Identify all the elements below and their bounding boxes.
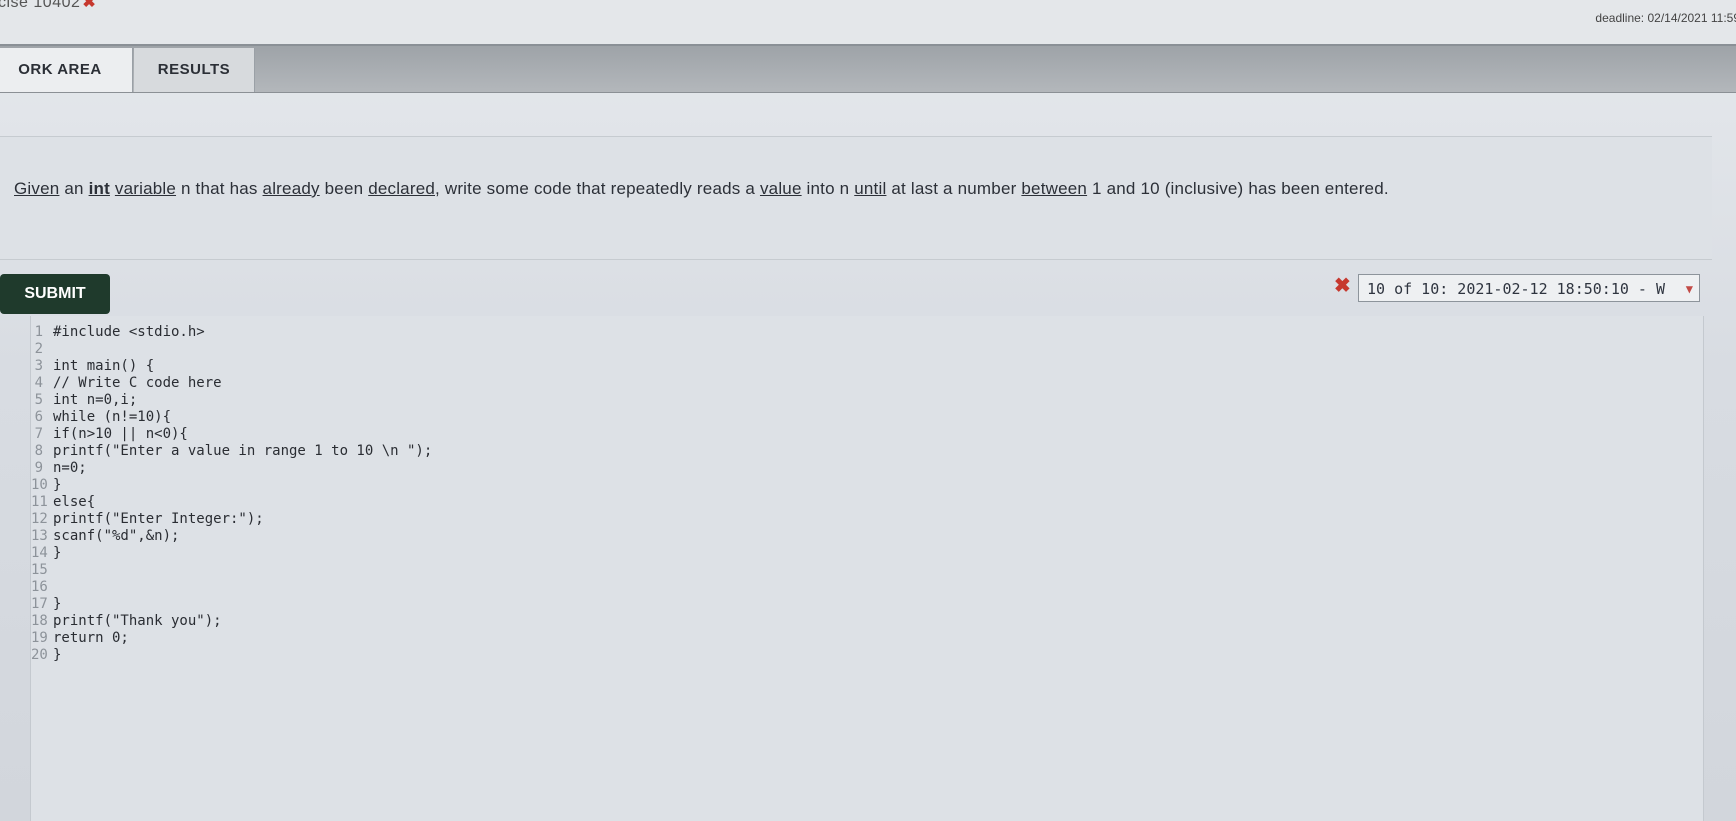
- problem-description-panel: Given an int variable n that has already…: [0, 136, 1712, 260]
- code-line: 14}: [31, 545, 432, 562]
- problem-keyword: variable: [114, 179, 177, 198]
- code-line: 10}: [31, 477, 432, 494]
- problem-keyword: already: [262, 179, 320, 198]
- code-line: 2: [31, 341, 432, 358]
- code-line: 6 while (n!=10){: [31, 409, 432, 426]
- line-number: 19: [31, 630, 48, 646]
- tab-bar: ORK AREA RESULTS: [0, 46, 1736, 93]
- line-number: 4: [34, 375, 43, 391]
- problem-keyword: value: [759, 179, 802, 198]
- line-number: 3: [34, 358, 43, 374]
- code-text: #include <stdio.h>: [53, 324, 205, 340]
- top-bar: cise 10402 ✖ deadline: 02/14/2021 11:59: [0, 0, 1736, 46]
- code-text: }: [53, 477, 62, 493]
- code-line: 17}: [31, 596, 432, 613]
- line-number: 9: [34, 460, 43, 476]
- code-line: 8 printf("Enter a value in range 1 to 10 …: [31, 443, 433, 460]
- code-text: while (n!=10){: [53, 409, 172, 425]
- code-line: 5 int n=0,i;: [31, 392, 432, 409]
- line-number: 16: [31, 579, 48, 595]
- code-line: 20}: [31, 647, 432, 664]
- submission-history-select[interactable]: 10 of 10: 2021-02-12 18:50:10 - W ▼: [1358, 274, 1700, 302]
- code-line: 3 int main() {: [31, 358, 432, 375]
- line-number: 11: [31, 494, 48, 510]
- code-text: printf("Enter a value in range 1 to 10 \…: [53, 443, 433, 459]
- error-x-icon: ✖: [82, 0, 97, 11]
- code-text: }: [53, 647, 62, 663]
- code-text: n=0;: [53, 460, 87, 476]
- page: cise 10402 ✖ deadline: 02/14/2021 11:59 O…: [0, 0, 1736, 821]
- line-number: 6: [34, 409, 43, 425]
- code-text: return 0;: [53, 630, 129, 646]
- code-line: 19 return 0;: [31, 630, 432, 647]
- code-text: // Write C code here: [53, 375, 222, 391]
- chevron-down-icon: ▼: [1685, 282, 1693, 296]
- problem-keyword: between: [1021, 179, 1088, 198]
- code-text: if(n>10 || n<0){: [53, 426, 188, 442]
- line-number: 7: [34, 426, 43, 442]
- problem-text-segment: n that has: [176, 179, 263, 198]
- problem-keyword: int: [88, 179, 110, 198]
- problem-statement: Given an int variable n that has already…: [14, 179, 1389, 199]
- deadline-label: deadline: 02/14/2021 11:59: [1595, 11, 1736, 25]
- problem-text-segment: been: [319, 179, 369, 198]
- exercise-id-label: cise 10402: [0, 0, 81, 11]
- line-number: 18: [31, 613, 48, 629]
- tab-results[interactable]: RESULTS: [134, 48, 255, 92]
- line-number: 12: [31, 511, 48, 527]
- tab-work-area[interactable]: ORK AREA: [0, 48, 133, 92]
- problem-text-segment: , write some code that repeatedly reads …: [435, 179, 760, 198]
- code-line: 1 #include <stdio.h>: [31, 324, 432, 341]
- code-text: else{: [53, 494, 96, 510]
- problem-text-segment: at last a number: [886, 179, 1022, 198]
- error-x-icon: ✖: [1334, 275, 1351, 297]
- code-text: }: [53, 596, 62, 612]
- line-number: 17: [31, 596, 48, 612]
- code-line: 13 scanf("%d",&n);: [31, 528, 432, 545]
- problem-keyword: declared: [368, 179, 435, 198]
- code-text: scanf("%d",&n);: [53, 528, 180, 544]
- line-number: 14: [31, 545, 48, 561]
- code-text: }: [53, 545, 62, 561]
- submit-button[interactable]: SUBMIT: [0, 274, 110, 314]
- submission-selected-value: 10 of 10: 2021-02-12 18:50:10 - W: [1367, 280, 1666, 298]
- line-number: 8: [34, 443, 43, 459]
- line-number: 1: [34, 324, 43, 340]
- line-number: 15: [31, 562, 48, 578]
- problem-text-segment: into n: [801, 179, 855, 198]
- line-number: 5: [34, 392, 43, 408]
- code-text: int n=0,i;: [53, 392, 138, 408]
- code-text: int main() {: [53, 358, 155, 374]
- line-number: 10: [31, 477, 48, 493]
- problem-text-segment: 1 and 10 (inclusive) has been entered.: [1087, 179, 1389, 198]
- code-line: 11 else{: [31, 494, 432, 511]
- code-line: 9 n=0;: [31, 460, 432, 477]
- code-line: 12 printf("Enter Integer:");: [31, 511, 432, 528]
- exercise-id: cise 10402 ✖: [0, 0, 96, 12]
- code-text: printf("Thank you");: [53, 613, 222, 629]
- problem-keyword: Given: [14, 179, 60, 198]
- line-number: 2: [34, 341, 43, 357]
- code-text: printf("Enter Integer:");: [53, 511, 264, 527]
- code-lines: 1 #include <stdio.h> 2 3 int main() { 4 // Wri…: [31, 324, 432, 664]
- code-line: 18 printf("Thank you");: [31, 613, 432, 630]
- code-line: 7 if(n>10 || n<0){: [31, 426, 432, 443]
- code-line: 15: [31, 562, 432, 579]
- problem-keyword: until: [854, 179, 887, 198]
- code-line: 16: [31, 579, 432, 596]
- line-number: 13: [31, 528, 48, 544]
- problem-text-segment: an: [59, 179, 89, 198]
- code-line: 4 // Write C code here: [31, 375, 432, 392]
- line-number: 20: [31, 647, 48, 663]
- code-editor[interactable]: 1 #include <stdio.h> 2 3 int main() { 4 // Wri…: [30, 316, 1704, 821]
